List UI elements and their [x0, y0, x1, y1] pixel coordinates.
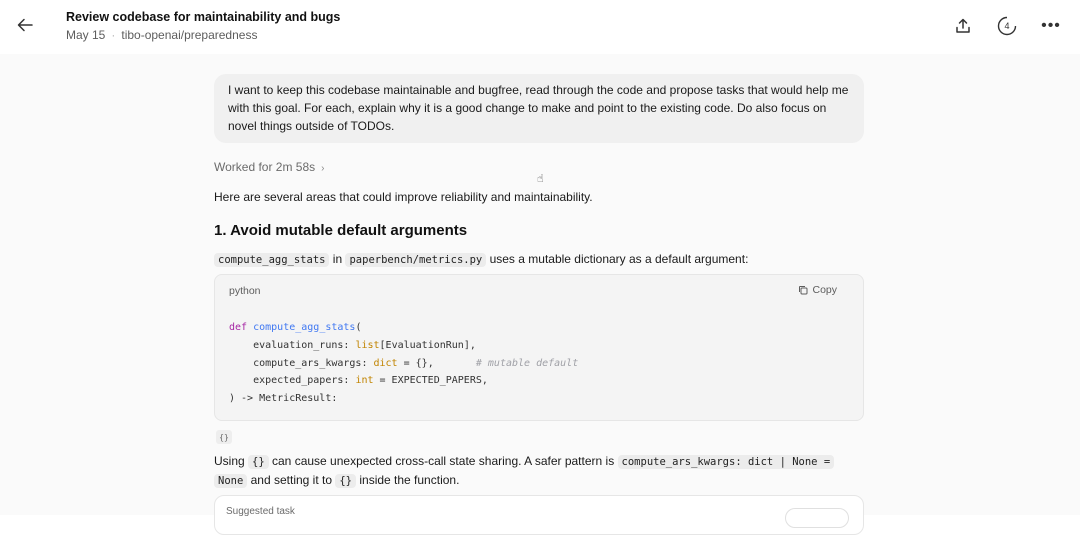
inline-code: compute_agg_stats	[214, 253, 330, 267]
top-bar: Review codebase for maintainability and …	[0, 0, 1080, 54]
versions-badge: 4	[996, 15, 1018, 37]
text-span: and setting it to	[247, 473, 336, 487]
copy-button[interactable]: Copy	[798, 284, 837, 296]
share-icon	[956, 18, 970, 33]
code-block: python Copy def compute_agg_stats( evalu…	[214, 274, 864, 421]
share-button[interactable]	[950, 13, 976, 39]
suggested-task-label: Suggested task	[226, 506, 295, 517]
response-intro: Here are several areas that could improv…	[214, 190, 593, 204]
inline-code: None	[214, 474, 248, 488]
task-date: May 15	[66, 28, 106, 42]
paragraph-metrics: compute_agg_stats in paperbench/metrics.…	[214, 250, 748, 269]
chevron-right-icon: ›	[321, 163, 325, 174]
text-span: in	[329, 252, 346, 266]
more-options-button[interactable]: •••	[1038, 13, 1064, 39]
text-span: Using	[214, 454, 249, 468]
user-message: I want to keep this codebase maintainabl…	[214, 74, 864, 143]
arrow-left-icon	[17, 18, 33, 32]
worked-for-toggle[interactable]: Worked for 2m 58s ›	[214, 160, 325, 174]
text-span: inside the function.	[356, 473, 460, 487]
back-button[interactable]	[12, 12, 38, 38]
inline-code: {}	[335, 474, 357, 488]
code-reference-icon[interactable]: {}	[216, 430, 232, 444]
copy-icon	[799, 286, 808, 295]
task-title: Review codebase for maintainability and …	[66, 10, 341, 24]
worked-for-label: Worked for 2m 58s	[214, 160, 316, 174]
inline-code: {}	[248, 455, 269, 469]
text-span: uses a mutable dictionary as a default a…	[486, 252, 749, 266]
top-actions: 4 •••	[950, 13, 1064, 39]
section-heading: 1. Avoid mutable default arguments	[214, 222, 468, 239]
more-icon: •••	[1041, 17, 1061, 34]
meta-separator: ·	[111, 28, 116, 42]
progress-ring-icon	[997, 16, 1017, 36]
code-language-label: python	[229, 285, 261, 297]
inline-code: compute_ars_kwargs: dict | None =	[617, 455, 835, 469]
mouse-pointer-icon: ☝	[537, 173, 544, 185]
paragraph-explanation: Using {} can cause unexpected cross-call…	[214, 452, 835, 490]
code-content: def compute_agg_stats( evaluation_runs: …	[229, 322, 579, 405]
conversation-panel: I want to keep this codebase maintainabl…	[0, 54, 1080, 535]
task-meta: May 15 · tibo-openai/preparedness	[66, 28, 257, 42]
copy-label: Copy	[812, 284, 837, 296]
suggested-task-card[interactable]: Suggested task	[214, 495, 864, 535]
text-span: can cause unexpected cross-call state sh…	[268, 454, 618, 468]
inline-code: paperbench/metrics.py	[345, 253, 487, 267]
repo-name[interactable]: tibo-openai/preparedness	[121, 28, 257, 42]
versions-button[interactable]: 4	[994, 13, 1020, 39]
start-task-button[interactable]	[785, 508, 849, 528]
